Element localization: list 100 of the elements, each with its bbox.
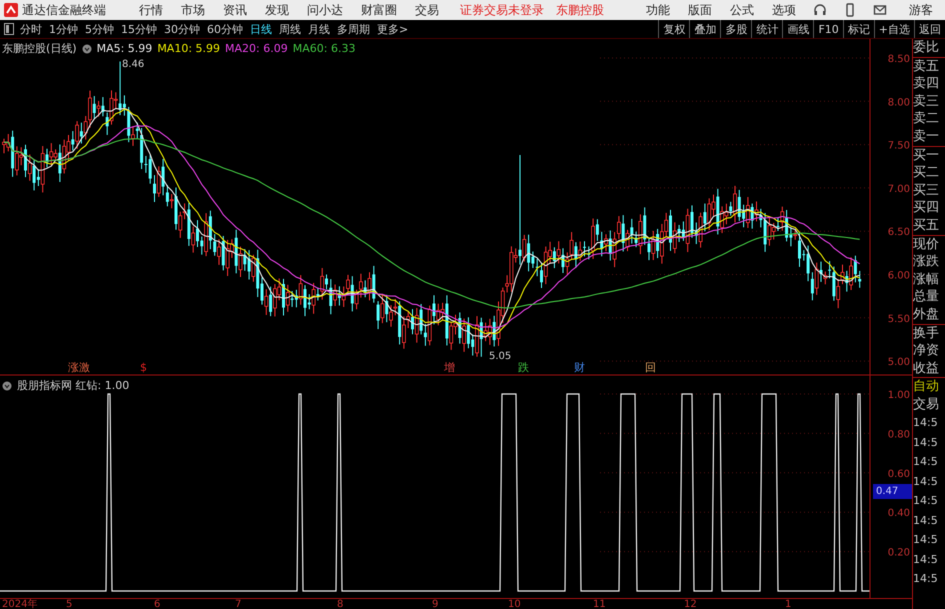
date-axis-label: 8: [337, 599, 344, 609]
quote-field-label: 委比: [913, 39, 945, 58]
high-price-label: 8.46: [122, 59, 144, 70]
settings-icon[interactable]: [82, 44, 92, 54]
price-axis-label: 6.00: [888, 270, 910, 282]
period-tab[interactable]: 日线: [250, 22, 272, 36]
period-tab[interactable]: 月线: [308, 22, 330, 36]
menu-item[interactable]: 交易: [415, 2, 439, 18]
date-axis-label: 12: [684, 599, 697, 609]
signal-marker: 回: [645, 361, 656, 374]
menu-item[interactable]: 行情: [139, 2, 163, 18]
date-axis-label: 2024年: [2, 599, 38, 609]
price-axis-label: 5.00: [888, 357, 910, 368]
low-price-label: 5.05: [489, 351, 512, 362]
signal-marker: 增: [444, 361, 455, 374]
signal-marker: 财: [574, 361, 585, 374]
menu-item[interactable]: 发现: [265, 2, 289, 18]
app-name: 通达信金融终端: [22, 2, 106, 18]
quote-field-label: 卖二: [913, 110, 940, 128]
quote-field-label: 外盘: [913, 306, 945, 324]
notice-link[interactable]: 东鹏控股: [556, 2, 604, 18]
quote-field-label: 自动: [913, 378, 940, 396]
quote-field-label: 买一: [913, 146, 940, 164]
moving-average-label: MA60: 6.33: [292, 42, 356, 55]
quote-field-label: 总量: [913, 288, 940, 306]
signal-marker: 跌: [518, 361, 529, 374]
indicator-axis-label: 0.80: [888, 429, 910, 440]
quote-field-label: 换手: [913, 324, 940, 342]
indicator-axis-label: 1.00: [888, 390, 910, 401]
trade-time: 14:5: [913, 552, 939, 568]
chart-title: 东鹏控股(日线): [2, 41, 77, 56]
cursor-value-badge: 0.47: [873, 484, 912, 499]
period-tab[interactable]: 分时: [20, 22, 42, 36]
date-axis-label: 11: [593, 599, 606, 609]
moving-average-label: MA5: 5.99: [96, 42, 152, 55]
settings-icon[interactable]: [2, 380, 12, 390]
quote-field-label: 买五: [913, 216, 945, 236]
quote-field-label: 买四: [913, 199, 940, 217]
logo-icon: [4, 3, 18, 17]
trade-time: 14:5: [913, 434, 939, 451]
period-tab[interactable]: 更多>: [377, 22, 408, 36]
menu-item[interactable]: 选项: [772, 2, 796, 18]
quote-field-label: 买三: [913, 182, 940, 200]
period-tab[interactable]: 15分钟: [121, 22, 157, 36]
mail-icon[interactable]: [873, 3, 887, 17]
trade-time: 14:5: [913, 571, 939, 588]
price-axis-label: 8.00: [888, 97, 910, 108]
trade-time: 14:5: [913, 474, 939, 490]
quote-field-label: 收益: [913, 360, 945, 378]
signal-marker: 涨激: [68, 361, 90, 374]
menu-item[interactable]: 问小达: [307, 2, 343, 18]
indicator-axis-label: 0.60: [888, 468, 910, 480]
trade-time: 14:5: [913, 415, 939, 432]
quote-field-label: 净资: [913, 342, 940, 360]
notice-link[interactable]: 证券交易未登录: [460, 2, 544, 18]
date-axis-label: 5: [66, 599, 72, 609]
indicator-title: 股朋指标网 红钻: 1.00: [17, 378, 130, 393]
price-axis-label: 6.50: [888, 227, 910, 238]
period-tab[interactable]: 多周期: [337, 22, 370, 36]
date-axis-label: 10: [508, 599, 521, 609]
date-axis-label: 9: [432, 599, 438, 609]
moving-average-label: MA10: 5.99: [157, 42, 220, 55]
quote-field-label: 卖一: [913, 128, 945, 147]
menu-item[interactable]: 版面: [688, 2, 712, 18]
price-axis-label: 8.50: [888, 54, 910, 65]
trade-time: 14:5: [913, 493, 939, 510]
trade-time: 14:5: [913, 532, 939, 548]
trade-time: 14:5: [913, 512, 939, 529]
quote-field-label: 买二: [913, 164, 940, 182]
quote-field-label: 涨幅: [913, 270, 940, 288]
quote-field-label: 卖四: [913, 75, 940, 93]
quote-field-label: 现价: [913, 236, 940, 254]
date-axis-label: 6: [154, 599, 160, 609]
quote-field-label: 卖三: [913, 92, 940, 110]
price-axis-label: 7.50: [888, 140, 910, 152]
period-tab[interactable]: 60分钟: [207, 22, 243, 36]
user-label[interactable]: 游客: [909, 2, 933, 18]
period-tab[interactable]: 30分钟: [164, 22, 200, 36]
trade-time: 14:5: [913, 454, 939, 470]
indicator-axis-label: 0.20: [888, 548, 910, 559]
quote-field-label: 交易: [913, 396, 940, 414]
menu-item[interactable]: 财富圈: [361, 2, 397, 18]
menu-item[interactable]: 市场: [181, 2, 205, 18]
date-axis-label: 7: [235, 599, 242, 609]
menu-item[interactable]: 公式: [730, 2, 754, 18]
quote-field-label: 卖五: [913, 58, 940, 76]
price-axis-label: 7.00: [888, 184, 910, 195]
panel-toggle-icon[interactable]: [4, 23, 14, 35]
date-axis-label: 1: [785, 599, 792, 609]
price-axis-label: 5.50: [888, 314, 910, 325]
quote-field-label: 涨跌: [913, 253, 940, 271]
period-tab[interactable]: 1分钟: [49, 22, 78, 36]
menu-item[interactable]: 资讯: [223, 2, 247, 18]
menu-item[interactable]: 功能: [646, 2, 670, 18]
signal-marker: $: [140, 361, 147, 374]
period-tab[interactable]: 5分钟: [85, 22, 114, 36]
period-tab[interactable]: 周线: [279, 22, 301, 36]
indicator-axis-label: 0.40: [888, 508, 910, 520]
moving-average-label: MA20: 6.09: [225, 42, 288, 55]
headset-icon[interactable]: [813, 3, 827, 17]
